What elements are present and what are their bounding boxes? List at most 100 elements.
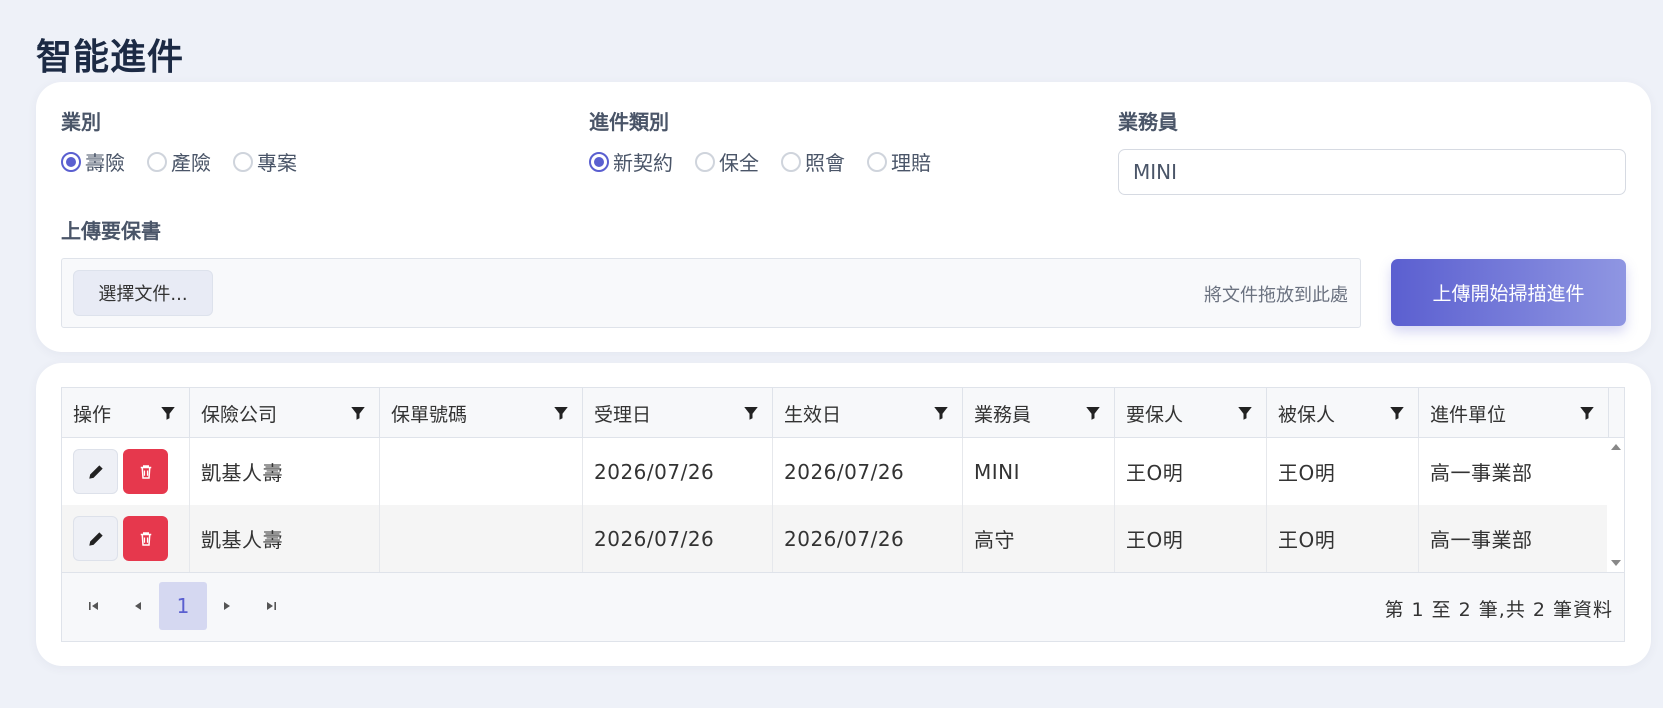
filter-icon[interactable] xyxy=(1388,404,1406,422)
filter-icon[interactable] xyxy=(349,404,367,422)
prev-page-icon xyxy=(135,602,141,610)
trash-icon xyxy=(140,464,151,479)
filter-icon[interactable] xyxy=(1236,404,1254,422)
upload-label: 上傳要保書 xyxy=(61,219,161,243)
radio-label: 壽險 xyxy=(85,151,125,175)
policy-no-cell xyxy=(380,438,583,505)
column-header-effective-date: 生效日 xyxy=(773,388,963,438)
radio-claim[interactable]: 理賠 xyxy=(867,147,931,176)
agent-cell: MINI xyxy=(963,438,1115,505)
prev-page-button[interactable] xyxy=(114,582,162,630)
policy-no-cell xyxy=(380,505,583,572)
column-header-label: 受理日 xyxy=(594,403,652,426)
case-type-label: 進件類別 xyxy=(589,110,669,134)
radio-circle[interactable] xyxy=(695,151,715,172)
agent-label: 業務員 xyxy=(1118,110,1178,134)
filter-icon[interactable] xyxy=(159,404,177,422)
radio-circle[interactable] xyxy=(147,151,167,172)
table-body: 凱基人壽 2026/07/26 2026/07/26 MINI 王O明 王O明 … xyxy=(62,438,1607,572)
column-header-unit: 進件單位 xyxy=(1419,388,1609,438)
column-header-applicant: 要保人 xyxy=(1115,388,1267,438)
filter-icon[interactable] xyxy=(552,404,570,422)
vertical-scrollbar[interactable] xyxy=(1607,438,1624,572)
column-header-company: 保險公司 xyxy=(190,388,380,438)
delete-button[interactable] xyxy=(123,516,168,561)
insured-cell: 王O明 xyxy=(1267,438,1419,505)
paginator: 1 第 1 至 2 筆,共 2 筆資料 xyxy=(62,572,1624,641)
applicant-cell: 王O明 xyxy=(1115,438,1267,505)
radio-label: 產險 xyxy=(171,151,211,175)
first-page-icon xyxy=(89,602,98,610)
column-header-policy-no: 保單號碼 xyxy=(380,388,583,438)
filter-icon[interactable] xyxy=(1578,404,1596,422)
column-header-actions: 操作 xyxy=(62,388,190,438)
last-page-icon xyxy=(267,602,276,610)
table-row: 凱基人壽 2026/07/26 2026/07/26 高守 王O明 王O明 高一… xyxy=(62,505,1607,572)
effective-date-cell: 2026/07/26 xyxy=(773,505,963,572)
accept-date-cell: 2026/07/26 xyxy=(583,505,773,572)
radio-circle-checked[interactable] xyxy=(589,151,609,172)
scroll-down-arrow-icon[interactable] xyxy=(1611,560,1621,566)
filter-icon[interactable] xyxy=(1084,404,1102,422)
page-button-current[interactable]: 1 xyxy=(159,582,207,630)
column-header-agent: 業務員 xyxy=(963,388,1115,438)
effective-date-cell: 2026/07/26 xyxy=(773,438,963,505)
page-report: 第 1 至 2 筆,共 2 筆資料 xyxy=(1384,599,1613,621)
delete-button[interactable] xyxy=(123,449,168,494)
radio-project[interactable]: 專案 xyxy=(233,147,297,176)
scroll-up-arrow-icon[interactable] xyxy=(1611,444,1621,450)
choose-file-button[interactable]: 選擇文件... xyxy=(73,270,213,316)
applicant-cell: 王O明 xyxy=(1115,505,1267,572)
radio-new-contract[interactable]: 新契約 xyxy=(589,147,673,176)
radio-circle[interactable] xyxy=(781,151,801,172)
first-page-button[interactable] xyxy=(70,582,118,630)
radio-label: 照會 xyxy=(805,151,845,175)
company-cell: 凱基人壽 xyxy=(190,438,380,505)
column-header-label: 保單號碼 xyxy=(391,403,468,426)
edit-button[interactable] xyxy=(73,449,118,494)
column-header-label: 生效日 xyxy=(784,403,842,426)
accept-date-cell: 2026/07/26 xyxy=(583,438,773,505)
radio-preservation[interactable]: 保全 xyxy=(695,147,759,176)
column-header-label: 被保人 xyxy=(1278,403,1336,426)
unit-cell: 高一事業部 xyxy=(1430,528,1533,552)
next-page-icon xyxy=(224,602,230,610)
radio-circle-checked[interactable] xyxy=(61,151,81,172)
filter-icon[interactable] xyxy=(932,404,950,422)
column-header-label: 業務員 xyxy=(974,403,1032,426)
unit-cell: 高一事業部 xyxy=(1430,461,1533,485)
radio-circle[interactable] xyxy=(233,151,253,172)
last-page-button[interactable] xyxy=(247,582,295,630)
case-type-radio-group: 新契約 保全 照會 理賠 xyxy=(589,147,953,176)
filter-icon[interactable] xyxy=(742,404,760,422)
agent-input[interactable] xyxy=(1118,149,1626,195)
drop-hint-text: 將文件拖放到此處 xyxy=(1204,285,1348,306)
radio-circle[interactable] xyxy=(867,151,887,172)
business-type-label: 業別 xyxy=(61,110,101,134)
edit-button[interactable] xyxy=(73,516,118,561)
radio-label: 專案 xyxy=(257,151,297,175)
pencil-icon xyxy=(88,531,103,546)
column-header-label: 要保人 xyxy=(1126,403,1184,426)
actions-cell xyxy=(62,505,190,572)
radio-label: 理賠 xyxy=(891,151,931,175)
cases-table-card: 操作 保險公司 保單號碼 受理日 生效日 業務員 要保人 被保人 進件單位 凱基… xyxy=(36,363,1651,666)
actions-cell xyxy=(62,438,190,505)
cases-table: 操作 保險公司 保單號碼 受理日 生效日 業務員 要保人 被保人 進件單位 凱基… xyxy=(61,387,1625,642)
insured-cell: 王O明 xyxy=(1267,505,1419,572)
radio-label: 新契約 xyxy=(613,151,673,175)
agent-cell: 高守 xyxy=(963,505,1115,572)
column-header-label: 保險公司 xyxy=(201,403,278,426)
page-title: 智能進件 xyxy=(36,37,185,78)
column-header-insured: 被保人 xyxy=(1267,388,1419,438)
radio-inquiry[interactable]: 照會 xyxy=(781,147,845,176)
upload-form-card: 業別 壽險 產險 專案 進件類別 新契約 保全 照會 理賠 業務員 MINI 上… xyxy=(36,82,1651,352)
pencil-icon xyxy=(88,464,103,479)
file-dropzone[interactable]: 選擇文件... 將文件拖放到此處 xyxy=(61,258,1361,328)
company-cell: 凱基人壽 xyxy=(190,505,380,572)
radio-property-insurance[interactable]: 產險 xyxy=(147,147,211,176)
upload-scan-button[interactable]: 上傳開始掃描進件 xyxy=(1391,259,1626,326)
table-header: 操作 保險公司 保單號碼 受理日 生效日 業務員 要保人 被保人 進件單位 xyxy=(62,388,1624,438)
radio-life-insurance[interactable]: 壽險 xyxy=(61,147,125,176)
next-page-button[interactable] xyxy=(203,582,251,630)
